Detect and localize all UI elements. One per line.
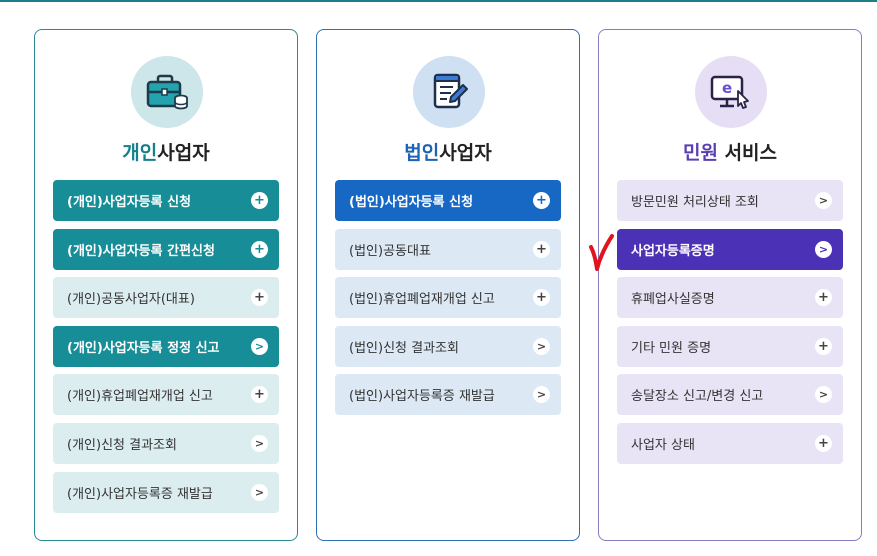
chevron-right-icon: > bbox=[815, 192, 832, 209]
card-civil-service: e 민원 서비스 방문민원 처리상태 조회 > 사업자등록증명 > 휴폐업사실증명 +… bbox=[598, 29, 862, 541]
menu-item-individual-correction-report[interactable]: (개인)사업자등록 정정 신고 > bbox=[53, 325, 279, 367]
menu-item-corporate-result-lookup[interactable]: (법인)신청 결과조회 > bbox=[335, 325, 561, 367]
svg-text:e: e bbox=[722, 79, 732, 97]
chevron-right-icon: > bbox=[251, 434, 268, 452]
card-corporate-business: 법인사업자 (법인)사업자등록 신청 + (법인)공동대표 + (법인)휴업폐업재개… bbox=[316, 29, 580, 541]
menu-item-individual-result-lookup[interactable]: (개인)신청 결과조회 > bbox=[53, 422, 279, 464]
menu-item-individual-simple-registration[interactable]: (개인)사업자등록 간편신청 + bbox=[53, 228, 279, 270]
menu-item-individual-registration[interactable]: (개인)사업자등록 신청 + bbox=[53, 180, 279, 221]
menu-item-corporate-joint-representative[interactable]: (법인)공동대표 + bbox=[335, 228, 561, 270]
menu-item-other-civil-certificate[interactable]: 기타 민원 증명 + bbox=[617, 325, 843, 367]
menu-item-closure-fact-certificate[interactable]: 휴폐업사실증명 + bbox=[617, 277, 843, 319]
plus-icon: + bbox=[251, 192, 268, 209]
card-title: 민원 서비스 bbox=[682, 142, 778, 164]
menu-item-corporate-registration[interactable]: (법인)사업자등록 신청 + bbox=[335, 180, 561, 221]
card-title: 개인사업자 bbox=[122, 142, 210, 164]
menu-item-delivery-address-report[interactable]: 송달장소 신고/변경 신고 > bbox=[617, 374, 843, 416]
menu-item-visit-status-lookup[interactable]: 방문민원 처리상태 조회 > bbox=[617, 180, 843, 221]
plus-icon: + bbox=[251, 386, 268, 404]
chevron-right-icon: > bbox=[533, 386, 550, 404]
menu-item-corporate-closure-report[interactable]: (법인)휴업폐업재개업 신고 + bbox=[335, 277, 561, 319]
chevron-right-icon: > bbox=[251, 337, 268, 355]
menu-item-business-registration-certificate[interactable]: 사업자등록증명 > bbox=[617, 228, 843, 270]
chevron-right-icon: > bbox=[815, 240, 832, 258]
menu-item-individual-certificate-reissue[interactable]: (개인)사업자등록증 재발급 > bbox=[53, 471, 279, 513]
plus-icon: + bbox=[533, 289, 550, 307]
card-title: 법인사업자 bbox=[404, 142, 492, 164]
document-pen-icon bbox=[413, 56, 485, 128]
menu-item-corporate-certificate-reissue[interactable]: (법인)사업자등록증 재발급 > bbox=[335, 374, 561, 416]
plus-icon: + bbox=[815, 434, 832, 452]
chevron-right-icon: > bbox=[533, 337, 550, 355]
plus-icon: + bbox=[815, 337, 832, 355]
plus-icon: + bbox=[251, 240, 268, 258]
menu-item-individual-joint-representative[interactable]: (개인)공동사업자(대표) + bbox=[53, 277, 279, 319]
red-checkmark-annotation bbox=[589, 234, 614, 271]
menu-item-business-status[interactable]: 사업자 상태 + bbox=[617, 422, 843, 464]
card-individual-business: 개인사업자 (개인)사업자등록 신청 + (개인)사업자등록 간편신청 + (개인)… bbox=[34, 29, 298, 541]
chevron-right-icon: > bbox=[251, 483, 268, 501]
plus-icon: + bbox=[251, 289, 268, 307]
menu-list: (개인)사업자등록 신청 + (개인)사업자등록 간편신청 + (개인)공동사업자(… bbox=[53, 180, 279, 520]
monitor-e-icon: e bbox=[695, 56, 767, 128]
top-divider bbox=[0, 0, 877, 2]
plus-icon: + bbox=[533, 192, 550, 209]
chevron-right-icon: > bbox=[815, 386, 832, 404]
menu-item-individual-closure-report[interactable]: (개인)휴업폐업재개업 신고 + bbox=[53, 374, 279, 416]
plus-icon: + bbox=[815, 289, 832, 307]
menu-list: 방문민원 처리상태 조회 > 사업자등록증명 > 휴폐업사실증명 + 기타 민원 증명… bbox=[617, 180, 843, 472]
plus-icon: + bbox=[533, 240, 550, 258]
briefcase-coins-icon bbox=[131, 56, 203, 128]
menu-list: (법인)사업자등록 신청 + (법인)공동대표 + (법인)휴업폐업재개업 신고 + … bbox=[335, 180, 561, 423]
